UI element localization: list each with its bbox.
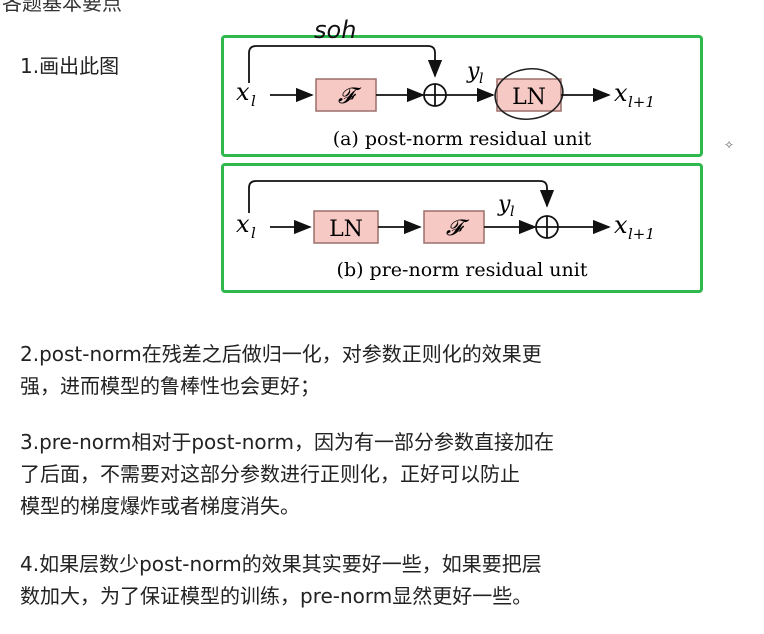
ln-label-a: LN: [512, 85, 546, 110]
point-4-line-2: 数加大，为了保证模型的训练，pre-norm显然更好一些。: [20, 584, 533, 608]
input-sub-a: l: [251, 92, 256, 110]
output-x-a: x: [614, 79, 628, 107]
point-4-line-1: 4.如果层数少post-norm的效果其实要好一些，如果要把层: [20, 552, 542, 576]
caption-b: (b) pre-norm residual unit: [337, 259, 588, 281]
diagram-pre-norm: x l LN 𝓕 y l x l+1 (b) pre-norm residual…: [221, 163, 703, 293]
caption-a: (a) post-norm residual unit: [333, 128, 592, 150]
handwritten-annotation: soh: [314, 16, 356, 44]
output-sub-a: l+1: [628, 93, 655, 111]
point-3: 3.pre-norm相对于post-norm，因为有一部分参数直接加在 了后面，…: [20, 426, 700, 522]
cursor-marker: ✧: [724, 138, 735, 152]
mid-sub-a: l: [479, 71, 483, 87]
output-x-b: x: [614, 211, 628, 239]
mid-y-a: y: [466, 59, 480, 84]
sum-node-a: [423, 83, 447, 107]
sum-node-b: [535, 215, 559, 239]
ln-label-b: LN: [329, 217, 363, 242]
point-2: 2.post-norm在残差之后做归一化，对参数正则化的效果更 强，进而模型的鲁…: [20, 338, 700, 402]
input-sub-b: l: [251, 224, 256, 242]
pre-norm-svg: x l LN 𝓕 y l x l+1 (b) pre-norm residual…: [236, 180, 655, 281]
mid-y-b: y: [497, 192, 511, 217]
mid-sub-b: l: [510, 204, 514, 220]
annotation-layer: soh: [314, 16, 356, 44]
input-x-a: x: [236, 78, 250, 106]
point-3-line-3: 模型的梯度爆炸或者梯度消失。: [20, 494, 300, 518]
point-3-line-2: 了后面，不需要对这部分参数进行正则化，正好可以防止: [20, 462, 520, 486]
output-sub-b: l+1: [628, 225, 655, 243]
point-4: 4.如果层数少post-norm的效果其实要好一些，如果要把层 数加大，为了保证…: [20, 548, 700, 612]
point-2-line-2: 强，进而模型的鲁棒性也会更好；: [20, 374, 320, 398]
input-x-b: x: [236, 210, 250, 238]
point-3-line-1: 3.pre-norm相对于post-norm，因为有一部分参数直接加在: [20, 430, 555, 454]
point-2-line-1: 2.post-norm在残差之后做归一化，对参数正则化的效果更: [20, 342, 542, 366]
